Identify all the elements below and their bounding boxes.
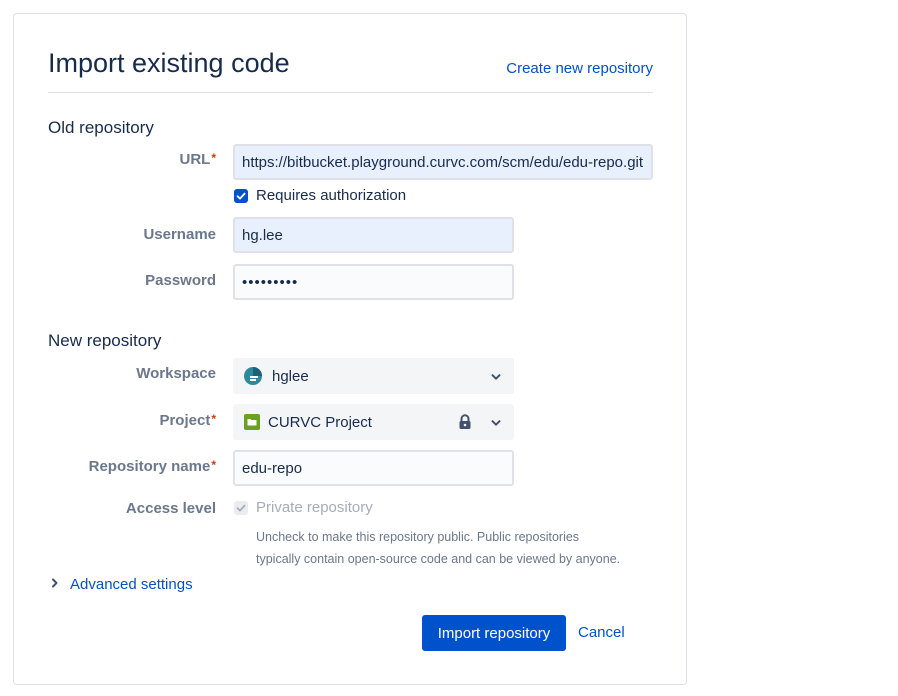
- username-input[interactable]: hg.lee: [233, 217, 514, 253]
- new-repository-heading: New repository: [48, 331, 162, 350]
- private-repository-checkbox[interactable]: Private repository: [233, 499, 373, 516]
- header-divider: [48, 92, 653, 93]
- project-select-value: CURVC Project: [268, 413, 372, 431]
- cancel-button[interactable]: Cancel: [578, 624, 625, 641]
- workspace-select[interactable]: hglee: [233, 358, 514, 394]
- workspace-select-value: hglee: [272, 367, 309, 385]
- requires-authorization-checkbox[interactable]: Requires authorization: [233, 187, 406, 204]
- private-repository-label: Private repository: [256, 499, 373, 516]
- password-label: Password: [145, 272, 216, 289]
- requires-authorization-label: Requires authorization: [256, 187, 407, 204]
- workspace-avatar-icon: [244, 367, 262, 385]
- url-label: URL*: [179, 151, 217, 168]
- chevron-down-icon: [490, 416, 502, 433]
- lock-icon: [458, 414, 472, 434]
- username-label: Username: [143, 226, 216, 243]
- old-repository-heading: Old repository: [48, 118, 154, 137]
- project-label: Project*: [159, 412, 216, 429]
- page-title: Import existing code: [48, 48, 290, 78]
- create-new-repository-link[interactable]: Create new repository: [506, 60, 653, 77]
- chevron-right-icon: [50, 576, 60, 593]
- access-level-help-text: Uncheck to make this repository public. …: [256, 530, 621, 566]
- url-input-value: https://bitbucket.playground.curvc.com/s…: [242, 153, 644, 171]
- folder-icon: [244, 414, 260, 430]
- checkbox-checked-icon: [234, 188, 248, 203]
- advanced-settings-label: Advanced settings: [70, 576, 193, 593]
- password-input[interactable]: •••••••••: [233, 264, 514, 300]
- username-input-value: hg.lee: [242, 226, 283, 244]
- repository-name-label: Repository name*: [88, 458, 216, 475]
- repository-name-input-value: edu-repo: [242, 459, 303, 477]
- workspace-label: Workspace: [136, 365, 216, 382]
- required-mark: *: [211, 412, 216, 426]
- repository-name-input[interactable]: edu-repo: [233, 450, 514, 486]
- import-repository-button[interactable]: Import repository: [422, 615, 566, 651]
- project-select[interactable]: CURVC Project: [233, 404, 514, 440]
- advanced-settings-toggle[interactable]: Advanced settings: [50, 576, 193, 593]
- password-input-value: •••••••••: [242, 273, 299, 291]
- access-level-label: Access level: [125, 500, 216, 517]
- chevron-down-icon: [490, 370, 502, 387]
- required-mark: *: [211, 458, 216, 472]
- url-input[interactable]: https://bitbucket.playground.curvc.com/s…: [233, 144, 653, 180]
- checkbox-checked-disabled-icon: [234, 500, 248, 515]
- required-mark: *: [211, 151, 216, 165]
